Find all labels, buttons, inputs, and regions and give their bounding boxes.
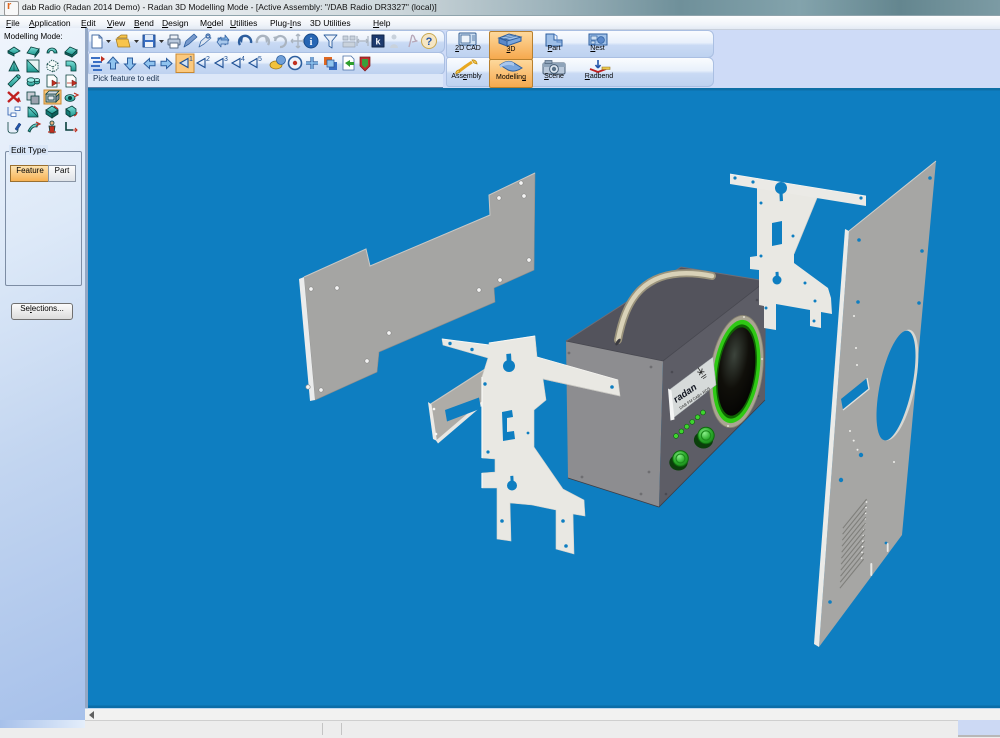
svg-text:1: 1: [189, 56, 193, 63]
svg-text:5: 5: [258, 56, 262, 63]
svg-text:?: ?: [426, 36, 433, 48]
svg-text:3: 3: [224, 56, 228, 63]
svg-text:2: 2: [206, 56, 210, 63]
svg-text:i: i: [310, 37, 313, 48]
svg-text:4: 4: [241, 56, 245, 63]
